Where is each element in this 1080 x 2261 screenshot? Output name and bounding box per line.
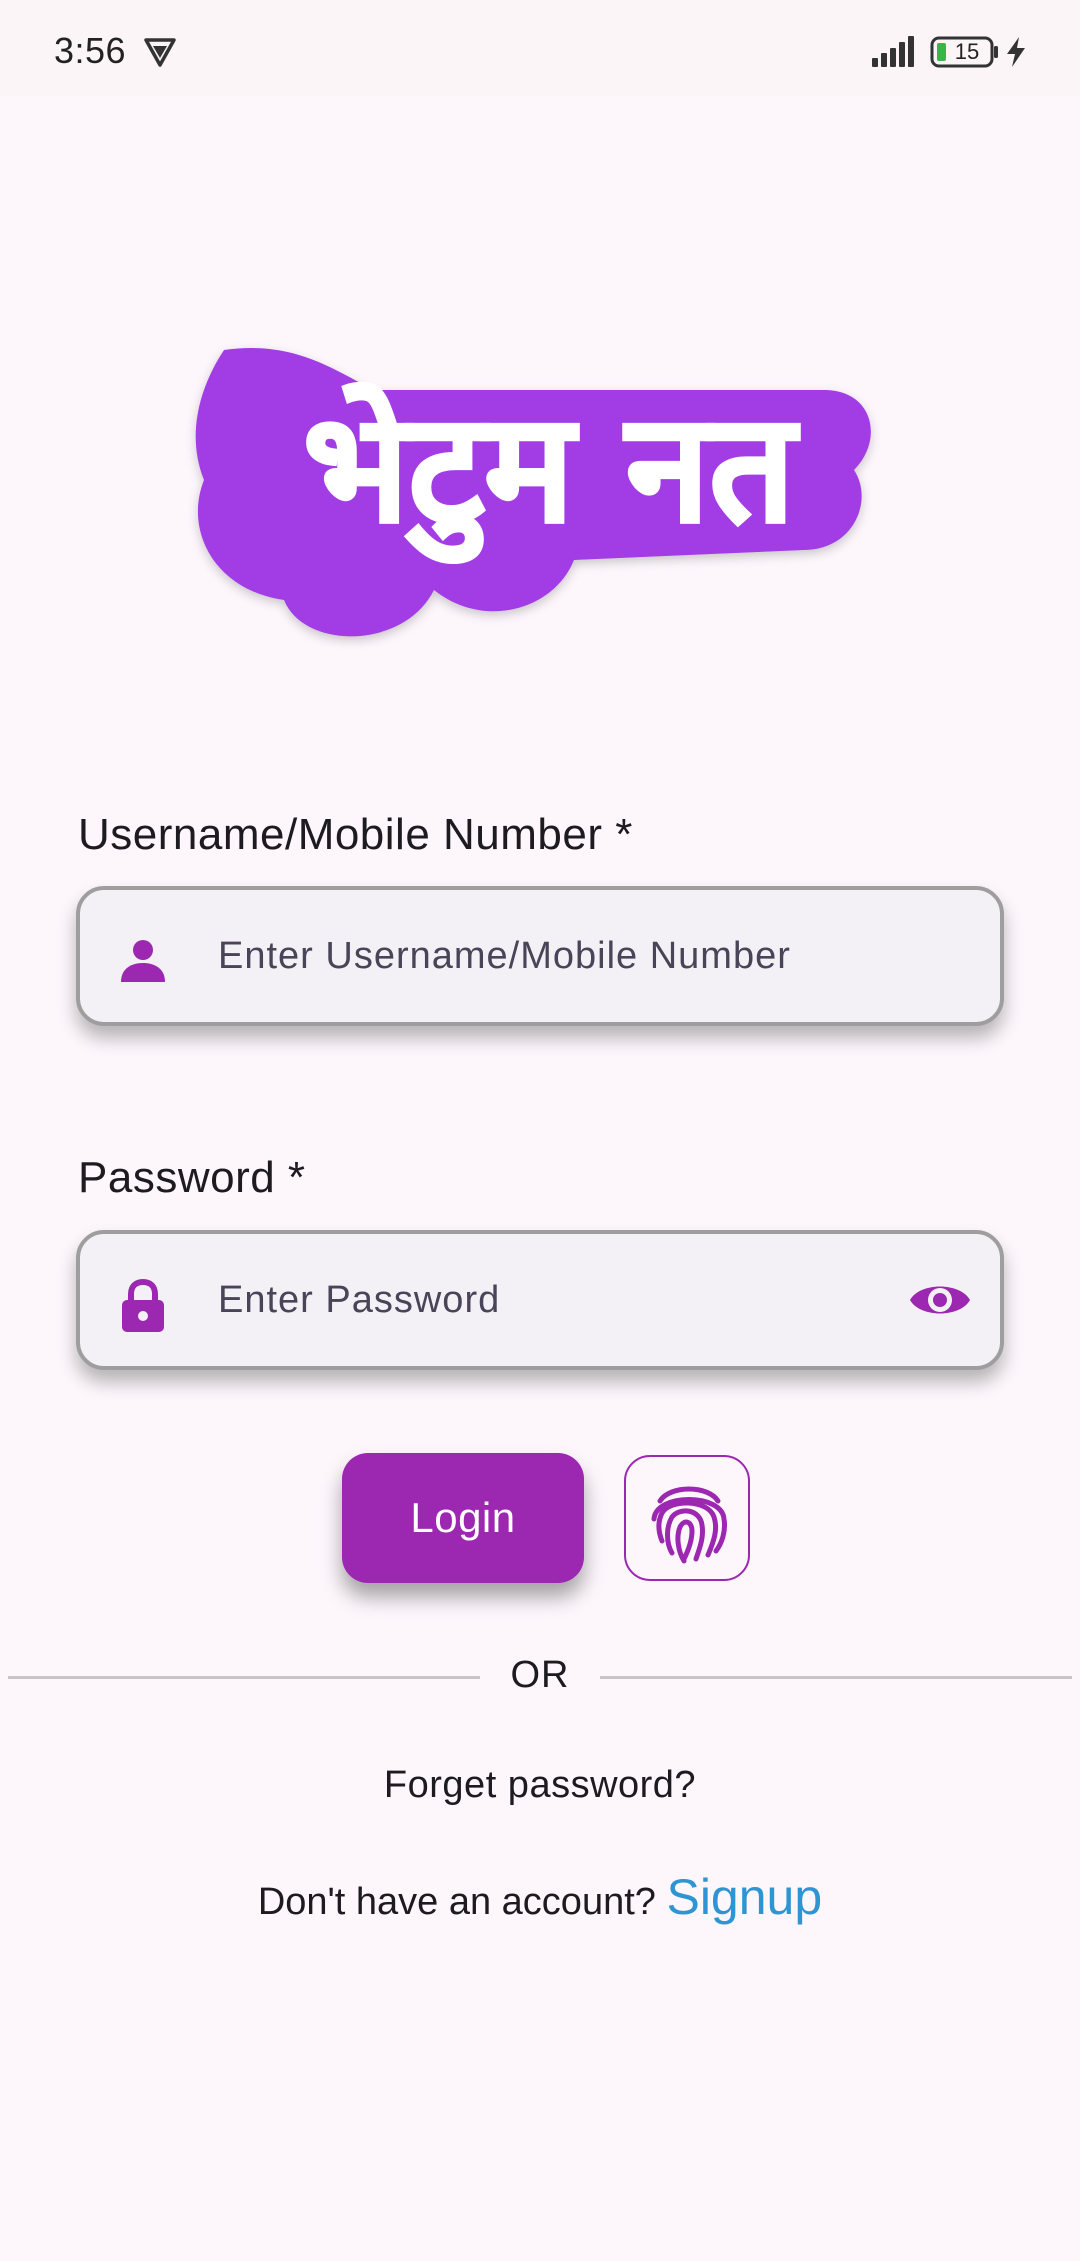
- person-icon: [118, 934, 168, 984]
- eye-icon[interactable]: [908, 1272, 972, 1328]
- vpn-shield-icon: [143, 34, 177, 73]
- logo-text: भेटुम नत: [303, 382, 799, 563]
- divider-or: OR: [510, 1654, 570, 1696]
- no-account-text: Don't have an account?: [257, 1881, 667, 1923]
- status-time: 3:56: [54, 30, 127, 71]
- signup-link[interactable]: Signup: [666, 1869, 822, 1925]
- divider-line-right: [600, 1676, 1072, 1679]
- password-label: Password *: [78, 1153, 306, 1202]
- lock-icon: [118, 1278, 168, 1332]
- username-field[interactable]: [76, 886, 1004, 1026]
- login-button[interactable]: Login: [342, 1453, 584, 1583]
- battery-level: 15: [954, 39, 980, 64]
- password-input[interactable]: [218, 1234, 880, 1366]
- divider-line-left: [8, 1676, 480, 1679]
- fingerprint-icon: [651, 1486, 727, 1564]
- username-label: Username/Mobile Number *: [78, 810, 633, 859]
- status-bar: 3:56 15: [0, 0, 1080, 96]
- signal-icon: [872, 36, 918, 73]
- signup-row: Don't have an account? Signup: [0, 1868, 1080, 1926]
- username-input[interactable]: [218, 890, 880, 1022]
- password-field[interactable]: [76, 1230, 1004, 1370]
- fingerprint-button[interactable]: [624, 1455, 750, 1581]
- logo-graphic: भेटुम नत: [195, 348, 871, 637]
- forget-password-link[interactable]: Forget password?: [0, 1764, 1080, 1807]
- app-logo: भेटुम नत: [184, 330, 914, 670]
- charging-icon: [1004, 36, 1028, 73]
